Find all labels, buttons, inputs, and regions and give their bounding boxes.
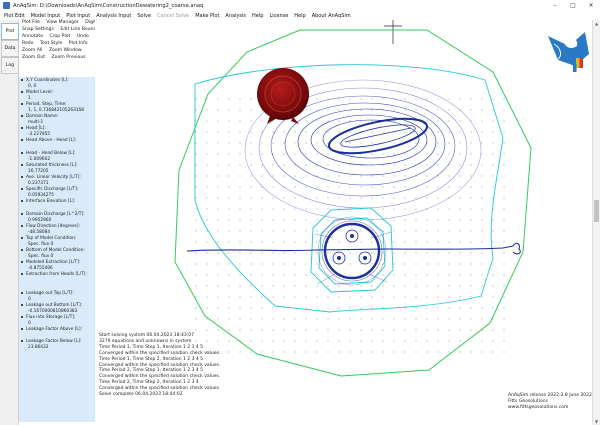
prop-label: Domain Name:: [21, 114, 58, 119]
prop-value: Spec. flux 0: [28, 242, 54, 247]
log-line: Time Period 1, Time Step 1, Iteration 1 …: [99, 344, 204, 350]
plot-info-button[interactable]: Plot Info: [69, 41, 88, 46]
prop-label: Specific Discharge [L/T]:: [21, 187, 78, 192]
menu-analysis[interactable]: Analysis: [225, 13, 246, 19]
command-row-3: Annotate Crop Plot Undo: [22, 34, 94, 39]
prop-value: 0.05934275: [28, 193, 54, 198]
release-line: AnAqSim release 2022-2 8 June 2022: [508, 393, 592, 398]
prop-label: Leakage Factor Below [L]:: [21, 339, 81, 344]
prop-label: X,Y Coordinates [L]:: [21, 78, 69, 83]
undo-button[interactable]: Undo: [77, 34, 89, 39]
prop-value: 1, 1, 0.736842105263158: [28, 108, 85, 113]
window-controls: – □ ✕: [546, 0, 600, 11]
menu-make-plot[interactable]: Make Plot: [195, 13, 219, 19]
prop-value: 1: [28, 96, 31, 101]
prop-label: Leakage out Bottom [L/T]:: [21, 303, 82, 308]
prop-label: Model Level:: [21, 90, 53, 95]
scroll-up-icon[interactable]: ▲: [593, 20, 600, 27]
prop-value: -0.1670000810860383: [28, 309, 78, 314]
prop-label: Leakage Factor Above [L]:: [21, 327, 82, 332]
prop-value: 16.77205: [28, 169, 49, 174]
vertical-scrollbar[interactable]: ▲ ▼: [592, 20, 600, 425]
prop-value: multi-1: [28, 120, 44, 125]
app-icon: [3, 2, 10, 9]
prop-value: 23.86432: [28, 345, 49, 350]
menu-about[interactable]: About AnAqSim: [312, 13, 351, 19]
prop-value: 0: [28, 297, 31, 302]
close-button[interactable]: ✕: [582, 0, 600, 11]
hands-and-dove-logo: [548, 32, 589, 72]
prop-label: Period, Step, Time:: [21, 102, 67, 107]
tab-data[interactable]: Data: [1, 40, 19, 57]
prop-label: Modeled Extraction [L/T]:: [21, 260, 80, 265]
plot-file-button[interactable]: Plot File: [22, 20, 40, 25]
command-row-4: Redo Text Style Plot Info: [22, 41, 93, 46]
prop-label: Ave. Linear Velocity [L/T]:: [21, 175, 81, 180]
prop-label: Bottom of Model Condition:: [21, 248, 85, 253]
prop-label: Flow Direction [degrees]:: [21, 224, 80, 229]
side-tab-strip: Plot Data Log: [0, 20, 19, 425]
zoom-all-button[interactable]: Zoom All: [22, 48, 42, 53]
prop-label: Domain Discharge [L^2/T]:: [21, 212, 85, 217]
prop-value: Spec. flux 0: [28, 254, 54, 259]
zoom-previous-button[interactable]: Zoom Previous: [52, 55, 86, 60]
prop-value: -48.58084: [28, 230, 51, 235]
window-title: AnAqSim: D:\Downloads\AnAqSim\Constructi…: [13, 2, 204, 9]
maximize-button[interactable]: □: [564, 0, 582, 11]
prop-value: -0.8755406: [28, 266, 53, 271]
prop-value: -1.009602: [28, 157, 51, 162]
command-row-5: Zoom All Zoom Window: [22, 48, 87, 53]
prop-value: -3.227955: [28, 132, 51, 137]
redo-button[interactable]: Redo: [22, 41, 34, 46]
snap-settings-button[interactable]: Snap Settings: [22, 27, 54, 32]
prop-value: 0: [28, 321, 31, 326]
prop-value: 0.9952960: [28, 218, 52, 223]
prop-label: Interface Elevation [L]:: [21, 199, 75, 204]
prop-label: Head Above - Head [L]:: [21, 138, 76, 143]
crosshair-cursor: [384, 20, 402, 44]
prop-value: 0.237371: [28, 181, 49, 186]
scroll-thumb[interactable]: [594, 200, 599, 222]
tab-plot[interactable]: Plot: [1, 23, 19, 40]
prop-label: Extraction from Heads [L/T]:: [21, 272, 87, 277]
prop-label: Saturated thickness [L]:: [21, 163, 77, 168]
plot-panel: Plot File View Manager Digitize Snap Set…: [19, 20, 104, 425]
property-list: X,Y Coordinates [L]: 0, 0 Model Level: 1…: [19, 77, 95, 422]
menu-solve[interactable]: Solve: [137, 13, 151, 19]
menu-help-2[interactable]: Help: [294, 13, 305, 19]
minimize-button[interactable]: –: [546, 0, 564, 11]
tab-log[interactable]: Log: [1, 57, 19, 74]
zoom-out-button[interactable]: Zoom Out: [22, 55, 45, 60]
view-manager-button[interactable]: View Manager: [46, 20, 79, 25]
scroll-down-icon[interactable]: ▼: [593, 418, 600, 425]
prop-label: Head - Head Below [L]:: [21, 151, 76, 156]
menu-license[interactable]: License: [269, 13, 288, 19]
prop-label: Top of Model Condition:: [21, 236, 76, 241]
prop-label: Leakage out Top [L/T]:: [21, 291, 74, 296]
release-info: AnAqSim release 2022-2 8 June 2022 Fitts…: [508, 393, 592, 410]
menu-analysis-input[interactable]: Analysis Input: [96, 13, 131, 19]
website-line: www.fittsgeosolutions.com: [508, 404, 569, 410]
prop-label: Flux into Storage [L/T]:: [21, 315, 75, 320]
crop-plot-button[interactable]: Crop Plot: [50, 34, 71, 39]
log-line: Solve complete 06.04.2023 18:44:02: [99, 392, 183, 398]
menu-model-input[interactable]: Model Input: [31, 13, 61, 19]
command-row-6: Zoom Out Zoom Previous: [22, 55, 91, 60]
log-line: Converged within the specified solution …: [99, 350, 221, 356]
text-style-button[interactable]: Text Style: [40, 41, 62, 46]
log-line: Time Period 1, Time Step 2, Iteration 1 …: [99, 356, 204, 362]
prop-value: 0, 0: [28, 84, 37, 89]
zoom-window-button[interactable]: Zoom Window: [49, 48, 82, 53]
menu-plot-edit[interactable]: Plot Edit: [4, 13, 25, 19]
menu-plot-input[interactable]: Plot Input: [66, 13, 90, 19]
prop-label: Head [L]:: [21, 126, 46, 131]
menu-help[interactable]: Help: [252, 13, 263, 19]
solver-log: Start solving system 06.04.2023 18:43:07…: [99, 333, 220, 398]
annotate-button[interactable]: Annotate: [22, 34, 43, 39]
menu-cancel-solve: Cancel Solve: [157, 12, 190, 19]
